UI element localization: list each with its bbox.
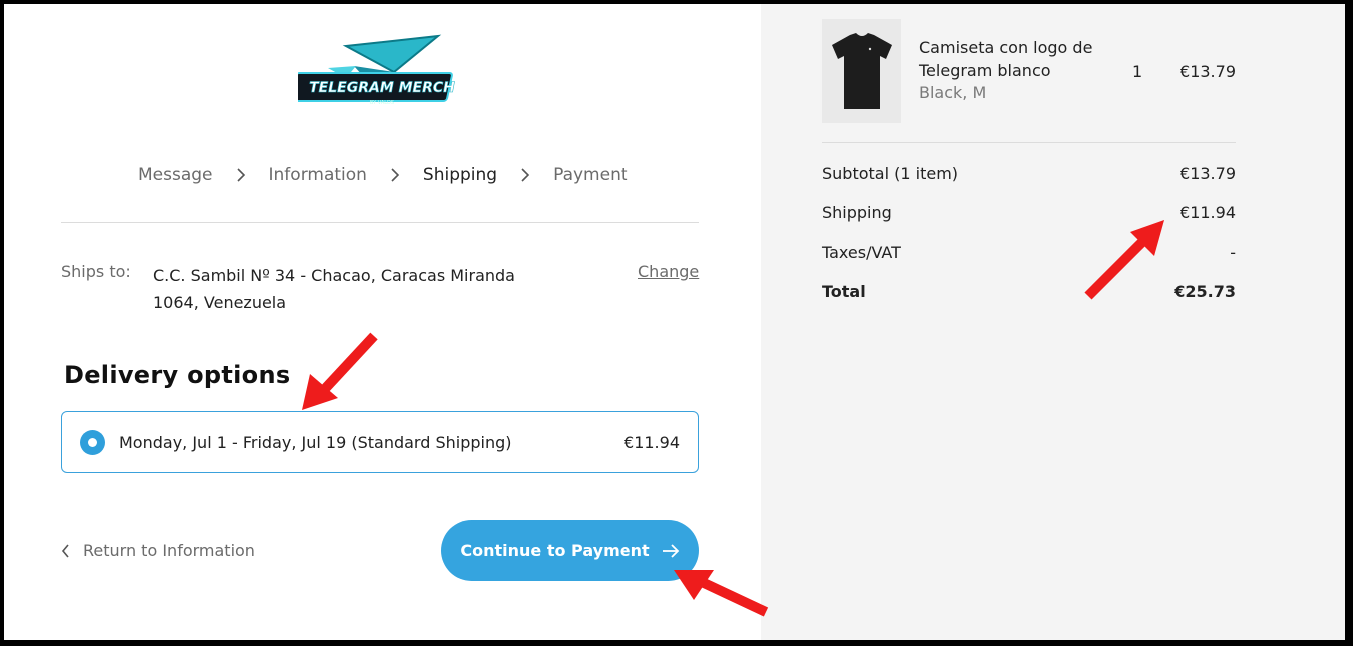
tshirt-icon — [831, 33, 892, 109]
breadcrumb: Message Information Shipping Payment — [138, 164, 628, 186]
shipping-value: €11.94 — [1180, 203, 1236, 222]
address-line-1: C.C. Sambil Nº 34 - Chacao, Caracas Mira… — [153, 266, 515, 285]
product-price: €13.79 — [1180, 62, 1236, 81]
subtotal-label: Subtotal (1 item) — [822, 164, 959, 183]
arrow-right-icon — [662, 543, 680, 558]
checkout-main: TELEGRAM MERCH BY VALDS Message Informat… — [4, 4, 761, 640]
delivery-option-standard[interactable]: Monday, Jul 1 - Friday, Jul 19 (Standard… — [61, 411, 699, 473]
taxes-row: Taxes/VAT - — [822, 243, 1236, 262]
shipping-row: Shipping €11.94 — [822, 203, 1236, 222]
radio-selected[interactable] — [80, 429, 105, 455]
shipping-label: Shipping — [822, 203, 892, 222]
chevron-right-icon — [226, 168, 256, 182]
total-row: Total €25.73 — [822, 282, 1236, 301]
shipping-address: C.C. Sambil Nº 34 - Chacao, Caracas Mira… — [153, 262, 553, 316]
logo-text: TELEGRAM MERCH — [309, 80, 455, 96]
breadcrumb-shipping: Shipping — [422, 165, 498, 185]
total-label: Total — [822, 282, 866, 301]
product-quantity: 1 — [1132, 62, 1143, 81]
radio-dot — [88, 437, 97, 447]
return-to-information-link[interactable]: Return to Information — [61, 541, 255, 560]
continue-to-payment-button[interactable]: Continue to Payment — [441, 520, 699, 581]
taxes-label: Taxes/VAT — [822, 243, 901, 262]
return-label: Return to Information — [83, 541, 255, 560]
chevron-right-icon — [510, 168, 540, 182]
breadcrumb-information[interactable]: Information — [269, 165, 367, 185]
delivery-options-heading: Delivery options — [64, 361, 291, 389]
ships-to-label: Ships to: — [61, 262, 131, 281]
product-name: Camiseta con logo de Telegram blanco — [919, 38, 1093, 80]
telegram-merch-logo[interactable]: TELEGRAM MERCH BY VALDS — [290, 28, 468, 112]
order-summary: Camiseta con logo de Telegram blanco Bla… — [761, 4, 1345, 640]
divider — [822, 142, 1236, 143]
chevron-left-icon — [61, 543, 75, 558]
product-image — [822, 19, 901, 123]
divider — [61, 222, 699, 223]
subtotal-row: Subtotal (1 item) €13.79 — [822, 164, 1236, 183]
breadcrumb-payment[interactable]: Payment — [553, 165, 627, 185]
checkout-page: TELEGRAM MERCH BY VALDS Message Informat… — [4, 4, 1345, 640]
taxes-value: - — [1230, 243, 1236, 262]
logo-graphic: TELEGRAM MERCH BY VALDS — [290, 34, 455, 106]
total-value: €25.73 — [1174, 282, 1236, 301]
product-variant: Black, M — [919, 83, 987, 102]
address-line-2: 1064, Venezuela — [153, 293, 287, 312]
change-address-link[interactable]: Change — [638, 262, 699, 281]
subtotal-value: €13.79 — [1180, 164, 1236, 183]
delivery-option-price: €11.94 — [624, 432, 680, 452]
delivery-option-label: Monday, Jul 1 - Friday, Jul 19 (Standard… — [119, 432, 512, 452]
breadcrumb-message[interactable]: Message — [138, 165, 213, 185]
chevron-right-icon — [380, 168, 410, 182]
logo-subtext: BY VALDS — [370, 100, 394, 106]
continue-label: Continue to Payment — [460, 541, 650, 560]
